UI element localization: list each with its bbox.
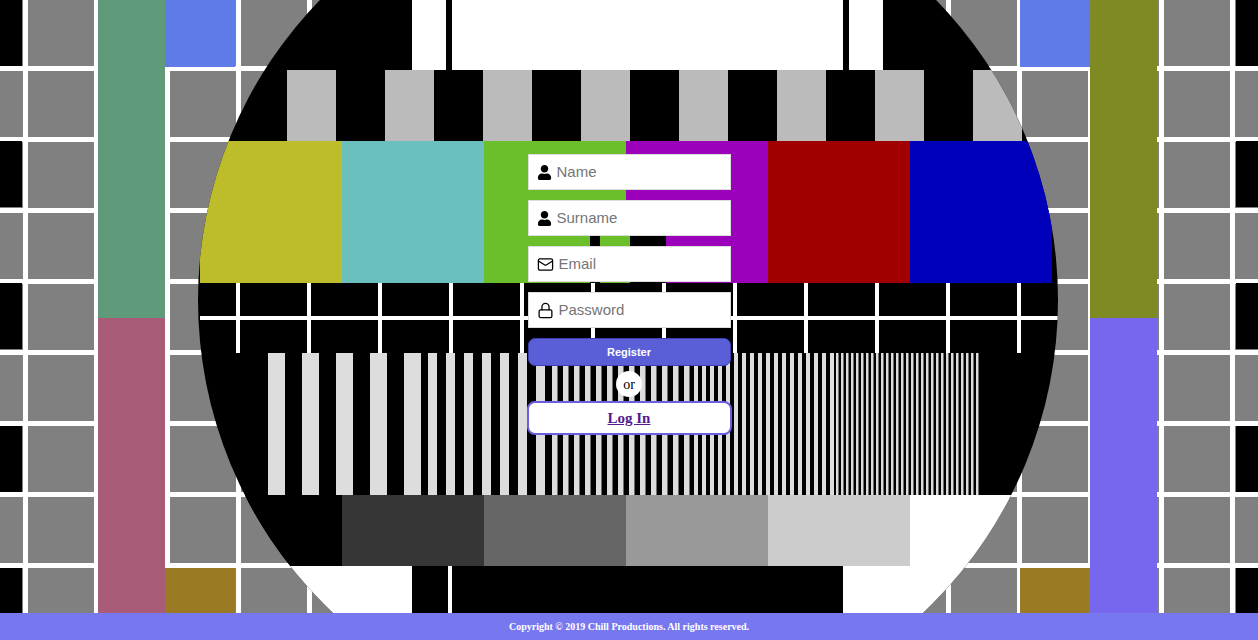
form-field[interactable] (528, 292, 731, 328)
copyright-text: Copyright © 2019 Chill Productions. All … (509, 619, 749, 634)
text-input[interactable] (557, 207, 724, 230)
form-field[interactable] (528, 246, 731, 282)
login-link[interactable]: Log In (527, 401, 732, 435)
register-button[interactable]: Register (528, 338, 731, 366)
text-input[interactable] (557, 161, 724, 184)
form-field[interactable] (528, 200, 731, 236)
app: Register or Log In Copyright © 2019 Chill P… (0, 0, 1258, 640)
register-form: Register (528, 154, 731, 366)
mail-icon (537, 256, 554, 273)
or-separator: or (616, 371, 642, 397)
main-area: Register or Log In (0, 0, 1258, 613)
form-field[interactable] (528, 154, 731, 190)
text-input[interactable] (559, 253, 724, 276)
lock-icon (537, 302, 554, 319)
text-input[interactable] (559, 299, 724, 322)
user-icon (537, 165, 552, 180)
footer: Copyright © 2019 Chill Productions. All … (0, 613, 1258, 640)
user-icon (537, 211, 552, 226)
